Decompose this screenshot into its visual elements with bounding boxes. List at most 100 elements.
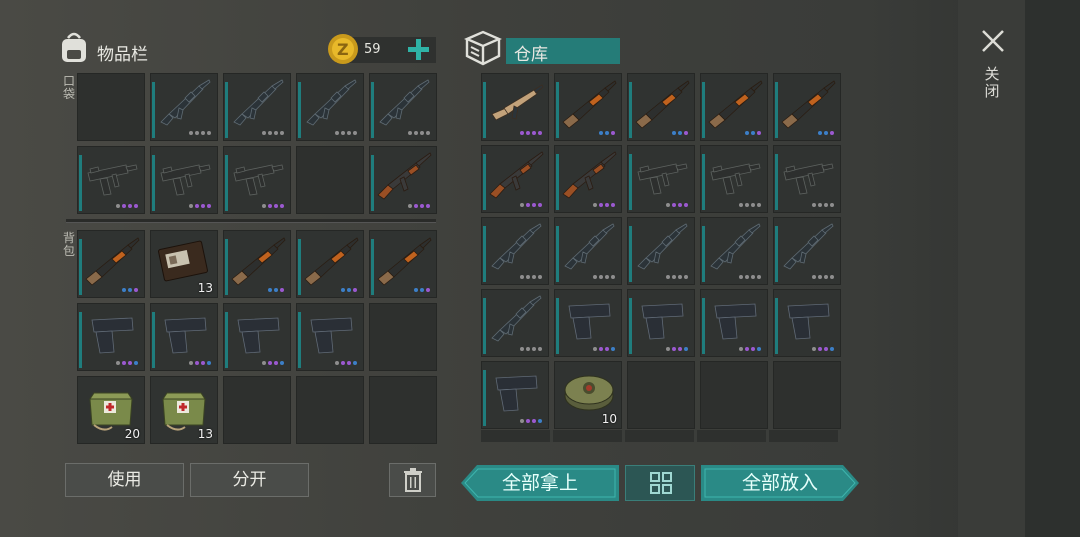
- pocket-slot[interactable]: [296, 73, 364, 141]
- quality-dots: [520, 203, 542, 207]
- warehouse-slot[interactable]: [700, 289, 768, 357]
- pocket-slot[interactable]: [77, 146, 145, 214]
- warehouse-next-row-peek: [481, 430, 840, 442]
- warehouse-slot[interactable]: [700, 217, 768, 285]
- warehouse-slot[interactable]: [700, 145, 768, 213]
- pocket-slot[interactable]: [77, 73, 145, 141]
- warehouse-slot[interactable]: [481, 217, 549, 285]
- backpack-slot[interactable]: [369, 376, 437, 444]
- backpack-slot[interactable]: [223, 376, 291, 444]
- warehouse-slot[interactable]: [627, 145, 695, 213]
- inventory-title: 物品栏: [97, 45, 148, 65]
- quality-dots: [672, 131, 688, 135]
- warehouse-slot[interactable]: [627, 73, 695, 141]
- quality-dots: [818, 131, 834, 135]
- backpack-slot[interactable]: [77, 303, 145, 371]
- warehouse-slot[interactable]: [773, 289, 841, 357]
- pocket-slot[interactable]: [369, 73, 437, 141]
- coin-count: 59: [364, 42, 381, 57]
- close-icon: [982, 30, 1004, 52]
- warehouse-slot[interactable]: [700, 361, 768, 429]
- quality-dots: [666, 203, 688, 207]
- quality-dots: [116, 361, 138, 365]
- warehouse-slot[interactable]: [481, 361, 549, 429]
- backpack-slot[interactable]: [296, 376, 364, 444]
- sort-button[interactable]: [625, 465, 695, 501]
- quality-dots: [739, 347, 761, 351]
- use-button[interactable]: 使用: [65, 463, 184, 497]
- warehouse-slot[interactable]: [773, 145, 841, 213]
- quality-dots: [189, 361, 211, 365]
- backpack-slot[interactable]: [223, 303, 291, 371]
- put-all-label: 全部放入: [741, 472, 818, 494]
- warehouse-slot[interactable]: [481, 289, 549, 357]
- quality-dots: [666, 275, 688, 279]
- split-button[interactable]: 分开: [190, 463, 309, 497]
- backpack-slot[interactable]: [296, 303, 364, 371]
- warehouse-slot[interactable]: [773, 217, 841, 285]
- item-count: 10: [601, 412, 617, 426]
- backpack-slot[interactable]: 20: [77, 376, 145, 444]
- quality-dots: [812, 347, 834, 351]
- item-count: 20: [124, 427, 140, 441]
- item-count: 13: [197, 427, 213, 441]
- warehouse-slot[interactable]: [481, 73, 549, 141]
- quality-dots: [593, 203, 615, 207]
- backpack-slot[interactable]: [150, 303, 218, 371]
- backpack-slot[interactable]: [369, 230, 437, 298]
- warehouse-icon: [464, 30, 502, 66]
- pocket-slot[interactable]: [223, 146, 291, 214]
- take-all-label: 全部拿上: [501, 472, 578, 494]
- backpack-slot[interactable]: 13: [150, 376, 218, 444]
- warehouse-slot[interactable]: [627, 361, 695, 429]
- pocket-slot[interactable]: [150, 73, 218, 141]
- quality-dots: [812, 275, 834, 279]
- warehouse-slot[interactable]: [627, 289, 695, 357]
- quality-dots: [335, 131, 357, 135]
- take-all-button[interactable]: 全部拿上: [461, 465, 619, 501]
- backpack-slot[interactable]: 13: [150, 230, 218, 298]
- quality-dots: [335, 361, 357, 365]
- warehouse-slot[interactable]: [554, 145, 622, 213]
- warehouse-slot[interactable]: [700, 73, 768, 141]
- backpack-slot[interactable]: [77, 230, 145, 298]
- warehouse-slot[interactable]: [554, 73, 622, 141]
- warehouse-slot[interactable]: [481, 145, 549, 213]
- pocket-label: 口袋: [62, 74, 75, 101]
- warehouse-slot[interactable]: [773, 73, 841, 141]
- backpack-label: 背包: [62, 231, 75, 258]
- quality-dots: [593, 275, 615, 279]
- trash-button[interactable]: [389, 463, 436, 497]
- put-all-button[interactable]: 全部放入: [701, 465, 859, 501]
- quality-dots: [593, 347, 615, 351]
- item-count: 13: [197, 281, 213, 295]
- quality-dots: [666, 347, 688, 351]
- grid-sort-icon: [650, 472, 672, 494]
- quality-dots: [341, 288, 357, 292]
- pocket-slot[interactable]: [369, 146, 437, 214]
- quality-dots: [520, 419, 542, 423]
- quality-dots: [262, 131, 284, 135]
- quality-dots: [739, 203, 761, 207]
- quality-dots: [116, 204, 138, 208]
- quality-dots: [268, 288, 284, 292]
- warehouse-slot[interactable]: [627, 217, 695, 285]
- section-divider: [66, 219, 436, 223]
- add-coins-button[interactable]: [406, 37, 432, 63]
- warehouse-slot[interactable]: 10: [554, 361, 622, 429]
- coin-icon: Z: [327, 33, 359, 65]
- pocket-slot[interactable]: [150, 146, 218, 214]
- quality-dots: [122, 288, 138, 292]
- warehouse-slot[interactable]: [554, 217, 622, 285]
- quality-dots: [599, 131, 615, 135]
- backpack-slot[interactable]: [296, 230, 364, 298]
- trash-icon: [403, 468, 422, 492]
- backpack-slot[interactable]: [223, 230, 291, 298]
- close-button[interactable]: 关闭: [976, 24, 1010, 114]
- backpack-slot[interactable]: [369, 303, 437, 371]
- pocket-slot[interactable]: [223, 73, 291, 141]
- pocket-slot[interactable]: [296, 146, 364, 214]
- warehouse-slot[interactable]: [773, 361, 841, 429]
- svg-text:Z: Z: [337, 40, 349, 59]
- warehouse-slot[interactable]: [554, 289, 622, 357]
